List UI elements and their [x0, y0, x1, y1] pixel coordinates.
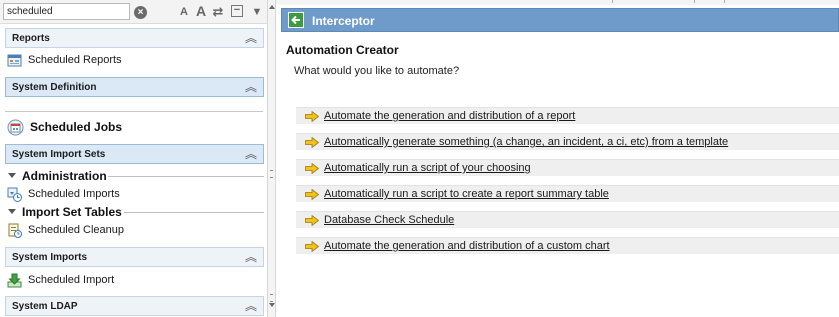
app-header-label: System Imports — [12, 252, 88, 263]
back-button[interactable] — [288, 12, 304, 28]
section-import-set-tables[interactable]: Import Set Tables — [8, 205, 264, 219]
module-label: Scheduled Jobs — [30, 120, 123, 134]
section-rule — [108, 176, 264, 177]
automation-option-row[interactable]: Automatically run a script to create a r… — [296, 185, 839, 202]
automation-option-row[interactable]: Automatically run a script of your choos… — [296, 159, 839, 176]
automation-option-link[interactable]: Automate the generation and distribution… — [324, 240, 610, 252]
decrease-text-size-button[interactable]: A — [178, 4, 190, 20]
section-label: Administration — [22, 169, 107, 183]
application-navigator: × A A ⇄ − ▼ Reports ︽ Scheduled Reports … — [0, 0, 267, 317]
page-heading: Automation Creator — [286, 43, 399, 57]
content-frame: Interceptor Automation Creator What woul… — [276, 0, 839, 317]
app-header-system-import-sets[interactable]: System Import Sets ︽ — [5, 144, 264, 164]
arrow-right-icon — [305, 163, 319, 174]
increase-text-size-button[interactable]: A — [194, 4, 208, 20]
app-header-system-ldap[interactable]: System LDAP ︽ — [5, 296, 264, 316]
triangle-down-icon — [8, 209, 16, 214]
cleanup-icon — [8, 223, 22, 238]
automation-option-row[interactable]: Automatically generate something (a chan… — [296, 133, 839, 150]
automation-option-row[interactable]: Automate the generation and distribution… — [296, 237, 839, 254]
module-label: Scheduled Import — [28, 274, 115, 286]
double-chevron-up-icon[interactable]: ︽ — [245, 249, 257, 265]
arrow-right-icon — [305, 137, 319, 148]
module-scheduled-cleanup[interactable]: Scheduled Cleanup — [7, 222, 207, 240]
divider — [612, 0, 613, 3]
module-scheduled-imports[interactable]: Scheduled Imports — [7, 186, 207, 204]
module-scheduled-import[interactable]: Scheduled Import — [7, 272, 207, 290]
triangle-down-icon — [8, 173, 16, 178]
arrow-right-icon — [305, 215, 319, 226]
refresh-icon[interactable]: ⇄ — [211, 4, 225, 20]
module-label: Scheduled Imports — [28, 188, 120, 200]
automation-option-link[interactable]: Automatically generate something (a chan… — [324, 136, 728, 148]
app-header-reports[interactable]: Reports ︽ — [5, 28, 264, 48]
automation-option-link[interactable]: Database Check Schedule — [324, 214, 454, 226]
navigator-filter-bar: × A A ⇄ − ▼ — [0, 0, 267, 24]
form-title-bar: Interceptor — [281, 8, 839, 32]
section-label: Import Set Tables — [22, 205, 122, 219]
double-chevron-up-icon[interactable]: ︽ — [245, 146, 257, 162]
double-chevron-up-icon[interactable]: ︽ — [245, 298, 257, 314]
chevron-down-icon[interactable]: ▼ — [250, 4, 264, 20]
divider — [694, 0, 695, 3]
automation-option-link[interactable]: Automatically run a script of your choos… — [324, 162, 531, 174]
app-header-system-imports[interactable]: System Imports ︽ — [5, 247, 264, 267]
module-label: Scheduled Reports — [28, 54, 122, 66]
back-arrow-icon — [291, 15, 300, 25]
question-text: What would you like to automate? — [294, 65, 460, 77]
splitter-grip-icon[interactable] — [270, 294, 273, 302]
scroll-down-icon[interactable] — [269, 303, 275, 307]
automation-option-link[interactable]: Automatically run a script to create a r… — [324, 188, 609, 200]
app-header-system-definition[interactable]: System Definition ︽ — [5, 77, 264, 97]
module-scheduled-reports[interactable]: Scheduled Reports — [7, 52, 207, 70]
import-schedule-icon — [7, 187, 22, 202]
module-label: Scheduled Cleanup — [28, 224, 125, 236]
divider — [5, 111, 263, 112]
splitter-grip-icon[interactable] — [270, 170, 273, 178]
form-title: Interceptor — [312, 14, 375, 28]
double-chevron-up-icon[interactable]: ︽ — [245, 79, 257, 95]
top-border — [276, 0, 839, 5]
navigator-splitter[interactable] — [267, 0, 276, 317]
app-header-label: System Import Sets — [12, 149, 106, 160]
app-header-label: System Definition — [12, 82, 97, 93]
automation-option-row[interactable]: Automate the generation and distribution… — [296, 107, 839, 124]
filter-input[interactable] — [3, 3, 130, 20]
section-rule — [124, 212, 264, 213]
app-window: × A A ⇄ − ▼ Reports ︽ Scheduled Reports … — [0, 0, 839, 317]
clear-icon[interactable]: × — [134, 6, 147, 19]
arrow-right-icon — [305, 189, 319, 200]
app-header-label: System LDAP — [12, 301, 78, 312]
download-icon — [7, 273, 22, 288]
collapse-all-icon[interactable]: − — [231, 5, 243, 17]
automation-option-link[interactable]: Automate the generation and distribution… — [324, 110, 575, 122]
arrow-right-icon — [305, 111, 319, 122]
calendar-icon — [7, 119, 24, 136]
automation-option-row[interactable]: Database Check Schedule — [296, 211, 839, 228]
app-header-label: Reports — [12, 33, 50, 44]
module-scheduled-jobs[interactable]: Scheduled Jobs — [7, 118, 207, 138]
double-chevron-up-icon[interactable]: ︽ — [245, 30, 257, 46]
scroll-up-icon[interactable] — [269, 5, 275, 9]
divider — [724, 0, 725, 3]
report-icon — [7, 54, 22, 67]
arrow-right-icon — [305, 241, 319, 252]
section-administration[interactable]: Administration — [8, 169, 264, 183]
